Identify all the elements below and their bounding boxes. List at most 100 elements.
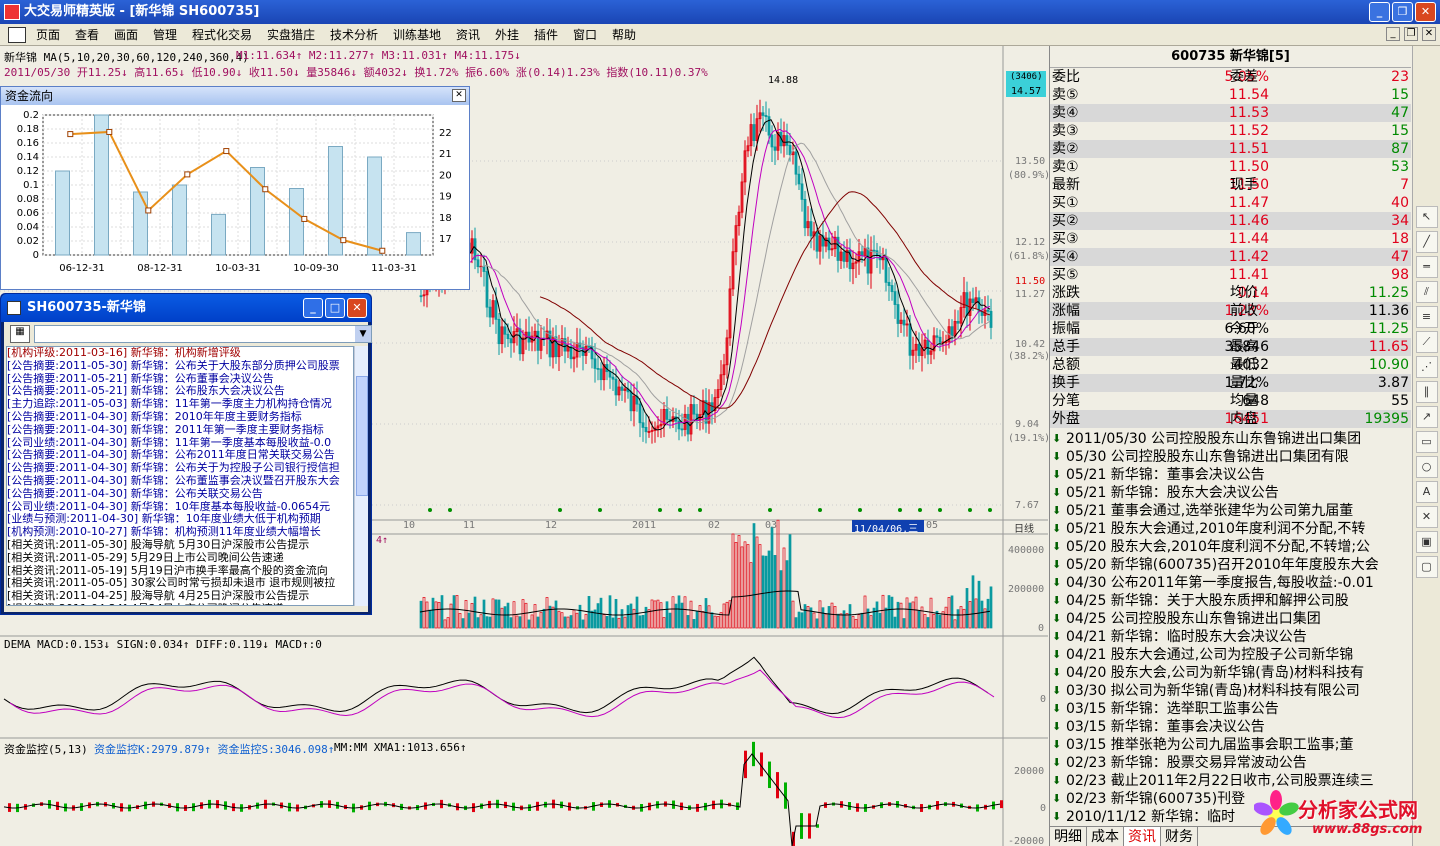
info-grid-button[interactable]: ▦ (10, 325, 30, 343)
info-list[interactable]: [机构评级:2011-03-16] 新华锦：机构新增评级 [公告摘要:2011-0… (6, 346, 354, 606)
news-item[interactable]: 04/30 公布2011年第一季度报告,每股收益:-0.01 (1050, 574, 1400, 592)
scroll-thumb[interactable] (356, 376, 368, 496)
fib-tool-icon[interactable]: ≡ (1415, 306, 1438, 328)
arrow-tool-icon[interactable]: ↗ (1415, 406, 1438, 428)
news-item[interactable]: 04/25 公司控股股东山东鲁锦进出口集团 (1050, 610, 1400, 628)
info-maximize-button[interactable]: □ (325, 298, 345, 318)
menu-program-trade[interactable]: 程式化交易 (192, 24, 252, 46)
fan-tool-icon[interactable]: ⋰ (1415, 356, 1438, 378)
menu-analysis[interactable]: 技术分析 (330, 24, 378, 46)
stock-info-window[interactable]: SH600735-新华锦 _ □ ✕ ▦ ▼ [机构评级:2011-03-16]… (0, 293, 372, 615)
news-item[interactable]: 05/20 股东大会,2010年度利润不分配,不转增;公 (1050, 538, 1400, 556)
chevron-down-icon[interactable]: ▼ (355, 326, 371, 342)
text-tool-icon[interactable]: A (1415, 481, 1438, 503)
info-item-tag: [公告摘要:2011-04-30] (7, 449, 128, 462)
tab-2[interactable]: 资讯 (1124, 827, 1161, 846)
news-item[interactable]: 04/20 股东大会,公司为新华锦(青岛)材料科技有 (1050, 664, 1400, 682)
rect-tool-icon[interactable]: ▭ (1415, 431, 1438, 453)
news-item[interactable]: 04/25 新华锦：关于大股东质押和解押公司股 (1050, 592, 1400, 610)
cursor-tool-icon[interactable]: ↖ (1415, 206, 1438, 228)
info-scrollbar[interactable] (354, 346, 368, 606)
menu-news[interactable]: 资讯 (456, 24, 480, 46)
fund-flow-title: 资金流向 (1, 87, 469, 105)
menu-hunt[interactable]: 实盘猎庄 (267, 24, 315, 46)
mdi-minimize-icon[interactable]: _ (1386, 27, 1400, 41)
info-minimize-button[interactable]: _ (303, 298, 323, 318)
news-item[interactable]: 05/21 董事会通过,选举张建华为公司第九届董 (1050, 502, 1400, 520)
menu-manage[interactable]: 管理 (153, 24, 177, 46)
info-list-item[interactable]: [公告摘要:2011-04-30] 新华锦：公布2011年度日常关联交易公告 (7, 449, 353, 462)
tab-3[interactable]: 财务 (1161, 827, 1198, 846)
info-list-item[interactable]: [相关资讯:2011-05-30] 股海导航 5月30日沪深股市公告提示 (7, 539, 353, 552)
candle-body (497, 318, 501, 345)
cycle-tool-icon[interactable]: ∥ (1415, 381, 1438, 403)
info-close-button[interactable]: ✕ (347, 298, 367, 318)
fund-flow-window[interactable]: 资金流向 ✕ 0.2 0.18 0.16 0.14 0.12 0.1 0.08 0.06 0.0… (0, 86, 470, 290)
info-list-item[interactable]: [公告摘要:2011-04-30] 新华锦：公布董监事会决议暨召开股东大会 (7, 475, 353, 488)
info-filter-select[interactable]: ▼ (34, 325, 372, 343)
menu-page[interactable]: 页面 (36, 24, 60, 46)
info-list-item[interactable]: [机构评级:2011-03-16] 新华锦：机构新增评级 (7, 347, 353, 360)
delete-tool-icon[interactable]: ✕ (1415, 506, 1438, 528)
info-list-item[interactable]: [相关资讯:2011-05-05] 30家公司时常亏损却未退市 退市规则被拉 (7, 577, 353, 590)
news-item[interactable]: 05/20 新华锦(600735)召开2010年年度股东大会 (1050, 556, 1400, 574)
tab-1[interactable]: 成本 (1087, 827, 1124, 846)
news-item[interactable]: 04/21 股东大会通过,公司为控股子公司新华锦 (1050, 646, 1400, 664)
quote-value-2: 40 (1391, 195, 1409, 211)
info-list-item[interactable]: [相关资讯:2011-05-29] 5月29日上市公司晚间公告速递 (7, 552, 353, 565)
volume-bar (470, 603, 474, 629)
info-list-item[interactable]: [主力追踪:2011-05-03] 新华锦：11年第一季度主力机构持仓情况 (7, 398, 353, 411)
info-toolbar: ▦ ▼ (4, 322, 372, 346)
signal-dot (818, 508, 822, 512)
info-list-item[interactable]: [业绩与预测:2011-04-30] 新华锦：10年度业绩大低于机构预期 (7, 513, 353, 526)
news-item[interactable]: 05/30 公司控股股东山东鲁锦进出口集团有限 (1050, 448, 1400, 466)
news-item[interactable]: 02/23 新华锦：股票交易异常波动公告 (1050, 754, 1400, 772)
news-item[interactable]: 2011/05/30 公司控股股东山东鲁锦进出口集团 (1050, 430, 1400, 448)
info-list-item[interactable]: [公司业绩:2011-04-30] 新华锦：11年第一季度基本每股收益-0.0 (7, 437, 353, 450)
info-list-item[interactable]: [公告摘要:2011-05-21] 新华锦：公布股东大会决议公告 (7, 385, 353, 398)
news-item[interactable]: 05/21 新华锦：股东大会决议公告 (1050, 484, 1400, 502)
tab-0[interactable]: 明细 (1050, 827, 1087, 846)
menu-view[interactable]: 查看 (75, 24, 99, 46)
line-tool-icon[interactable]: ╱ (1415, 231, 1438, 253)
news-item[interactable]: 04/21 新华锦：临时股东大会决议公告 (1050, 628, 1400, 646)
gann-tool-icon[interactable]: ⟋ (1415, 331, 1438, 353)
info-list-item[interactable]: [公司业绩:2011-04-30] 新华锦：10年度基本每股收益-0.0654元 (7, 501, 353, 514)
info-list-item[interactable]: [机构预测:2010-10-27] 新华锦：机构预测11年度业绩大幅增长 (7, 526, 353, 539)
minimize-button[interactable]: _ (1369, 2, 1390, 22)
menu-training[interactable]: 训练基地 (393, 24, 441, 46)
news-item[interactable]: 05/21 新华锦：董事会决议公告 (1050, 466, 1400, 484)
save-tool-icon[interactable]: ▣ (1415, 531, 1438, 553)
menu-window[interactable]: 窗口 (573, 24, 597, 46)
volume-bar (833, 606, 837, 629)
info-list-item[interactable]: [公告摘要:2011-05-30] 新华锦：公布关于大股东部分质押公司股票 (7, 360, 353, 373)
hline-tool-icon[interactable]: ═ (1415, 256, 1438, 278)
menu-help[interactable]: 帮助 (612, 24, 636, 46)
info-list-item[interactable]: [公告摘要:2011-04-30] 新华锦：公布关联交易公告 (7, 488, 353, 501)
close-button[interactable]: ✕ (1415, 2, 1436, 22)
info-list-item[interactable]: [相关资讯:2011-04-25] 股海导航 4月25日沪深股市公告提示 (7, 590, 353, 603)
mdi-close-icon[interactable]: ✕ (1422, 27, 1436, 41)
news-item[interactable]: 03/15 新华锦：董事会决议公告 (1050, 718, 1400, 736)
info-list-item[interactable]: [公告摘要:2011-05-21] 新华锦：公布董事会决议公告 (7, 373, 353, 386)
info-list-item[interactable]: [公告摘要:2011-04-30] 新华锦：公布关于为控股子公司银行授信担 (7, 462, 353, 475)
menu-plugin[interactable]: 插件 (534, 24, 558, 46)
circle-tool-icon[interactable]: ○ (1415, 456, 1438, 478)
info-list-item[interactable]: [相关资讯:2011-04-24] 4月24日上市公司晚间公告速递 (7, 603, 353, 605)
news-item[interactable]: 03/30 拟公司为新华锦(青岛)材料科技有限公司 (1050, 682, 1400, 700)
news-item[interactable]: 05/21 股东大会通过,2010年度利润不分配,不转 (1050, 520, 1400, 538)
fund-flow-close-button[interactable]: ✕ (452, 89, 466, 102)
news-item[interactable]: 03/15 新华锦：选举职工监事公告 (1050, 700, 1400, 718)
info-list-item[interactable]: [公告摘要:2011-04-30] 新华锦：2010年年度主要财务指标 (7, 411, 353, 424)
channel-tool-icon[interactable]: ⫽ (1415, 281, 1438, 303)
menu-logo-icon[interactable] (8, 27, 26, 43)
news-item[interactable]: 03/15 推举张艳为公司九届监事会职工监事;董 (1050, 736, 1400, 754)
info-list-item[interactable]: [相关资讯:2011-05-19] 5月19日沪市换手率最高个股的资金流向 (7, 565, 353, 578)
info-list-item[interactable]: [公告摘要:2011-04-30] 新华锦：2011年第一季度主要财务指标 (7, 424, 353, 437)
menu-plugin-ext[interactable]: 外挂 (495, 24, 519, 46)
mdi-restore-icon[interactable]: ❐ (1404, 27, 1418, 41)
restore-button[interactable]: ❐ (1392, 2, 1413, 22)
menu-canvas[interactable]: 画面 (114, 24, 138, 46)
lock-tool-icon[interactable]: ▢ (1415, 556, 1438, 578)
news-list[interactable]: 2011/05/30 公司控股股东山东鲁锦进出口集团05/30 公司控股股东山东… (1050, 430, 1400, 826)
